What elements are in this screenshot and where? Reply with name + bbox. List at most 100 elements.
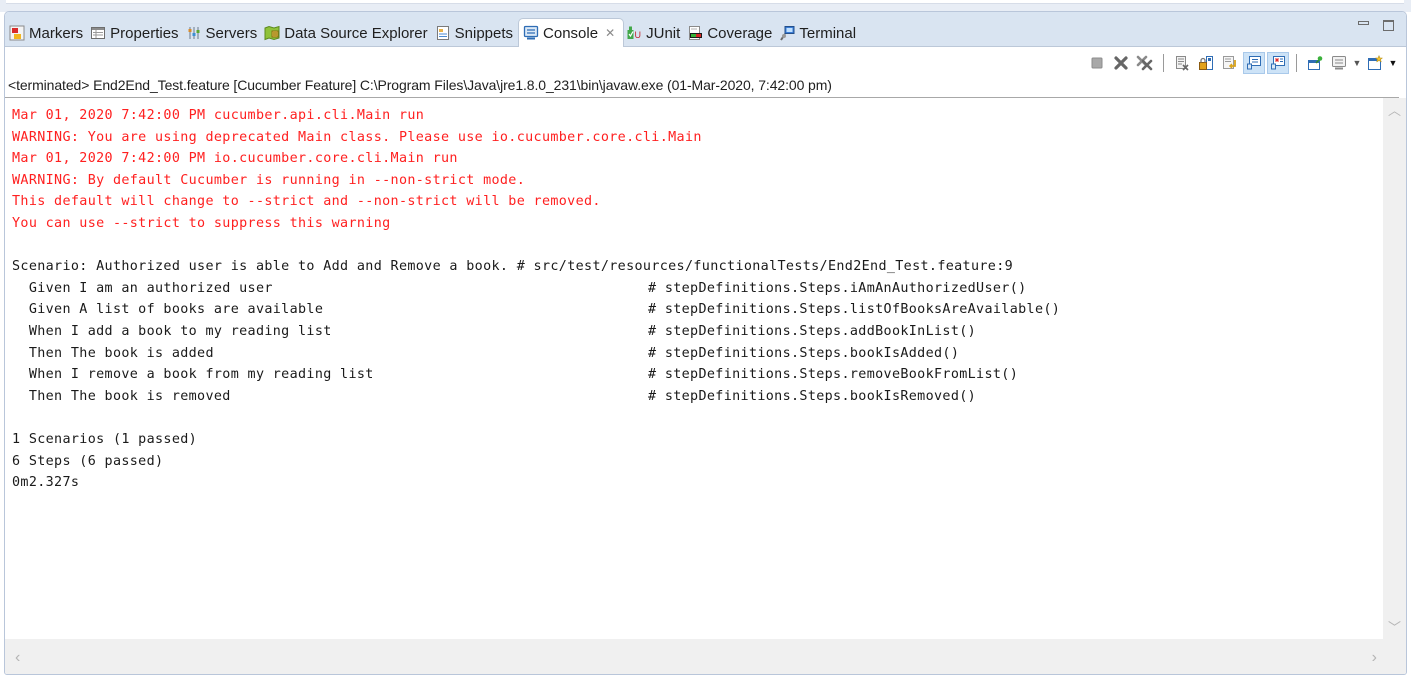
summary-line: 1 Scenarios (1 passed) — [12, 431, 198, 447]
word-wrap-icon — [1223, 56, 1236, 69]
view-controls — [1358, 20, 1394, 31]
step-text: Given A list of books are available — [12, 302, 324, 318]
properties-icon — [90, 25, 106, 41]
word-wrap-button[interactable] — [1219, 52, 1241, 74]
scroll-down-arrow-icon[interactable]: ﹀ — [1388, 621, 1401, 634]
tab-servers[interactable]: Servers — [184, 19, 263, 47]
tab-console[interactable]: Console ✕ — [518, 18, 625, 47]
stderr-line: Mar 01, 2020 7:42:00 PM io.cucumber.core… — [12, 151, 458, 167]
step-line: Given I am an authorized user # stepDefin… — [12, 278, 1385, 300]
pin-console-button[interactable] — [1304, 52, 1326, 74]
tab-label: Coverage — [707, 24, 773, 42]
display-console-dropdown[interactable]: ▼ — [1352, 52, 1362, 74]
scenario-text: Scenario: Authorized user is able to Add… — [12, 259, 509, 275]
maximize-icon[interactable] — [1383, 20, 1394, 31]
tab-label: Snippets — [454, 24, 514, 42]
step-text: Given I am an authorized user — [12, 280, 273, 296]
close-tab-icon[interactable]: ✕ — [605, 26, 615, 40]
display-console-icon — [1332, 56, 1346, 70]
tab-label: Terminal — [799, 24, 857, 42]
step-line: Then The book is added # stepDefinitions.… — [12, 343, 1385, 365]
coverage-icon — [687, 25, 703, 41]
svg-text:U: U — [635, 30, 642, 40]
remove-all-terminated-icon — [1136, 55, 1153, 71]
tab-label: JUnit — [646, 24, 681, 42]
step-line: Then The book is removed # stepDefinition… — [12, 386, 1385, 408]
view-tab-bar: Markers Properties Servers Data Source E… — [5, 12, 1406, 47]
step-line: When I add a book to my reading list # st… — [12, 321, 1385, 343]
step-text: When I add a book to my reading list — [12, 323, 332, 339]
servers-icon — [186, 25, 202, 41]
scroll-up-arrow-icon[interactable]: ︿ — [1388, 104, 1401, 117]
remove-all-terminated-button[interactable] — [1134, 52, 1156, 74]
tab-terminal[interactable]: Terminal — [777, 19, 861, 47]
open-console-dropdown[interactable]: ▼ — [1388, 52, 1398, 74]
summary-line: 0m2.327s — [12, 475, 80, 491]
tab-label: Console — [543, 24, 599, 42]
stderr-line: This default will change to --strict and… — [12, 194, 601, 210]
clear-console-icon — [1176, 56, 1189, 71]
remove-launch-icon — [1114, 56, 1128, 70]
display-selected-console-button[interactable] — [1328, 52, 1350, 74]
junit-icon: U — [626, 25, 642, 41]
show-console-stdout-icon — [1247, 56, 1261, 70]
step-location: # stepDefinitions.Steps.bookIsAdded() — [648, 345, 960, 361]
scroll-right-arrow-icon[interactable]: › — [1372, 649, 1377, 667]
markers-icon — [9, 25, 25, 41]
summary-line: 6 Steps (6 passed) — [12, 453, 164, 469]
tab-properties[interactable]: Properties — [88, 19, 183, 47]
scroll-left-arrow-icon[interactable]: ‹ — [15, 649, 20, 667]
open-console-button[interactable] — [1364, 52, 1386, 74]
scrollbar-corner — [1383, 639, 1406, 674]
terminate-button[interactable] — [1086, 52, 1108, 74]
tab-data-source-explorer[interactable]: Data Source Explorer — [262, 19, 432, 47]
show-console-stderr-button[interactable] — [1267, 52, 1289, 74]
clear-console-button[interactable] — [1171, 52, 1193, 74]
data-source-explorer-icon — [264, 25, 280, 41]
console-icon — [523, 25, 539, 41]
vertical-scrollbar[interactable]: ︿ ﹀ — [1383, 98, 1406, 640]
tab-label: Servers — [205, 24, 258, 42]
scenario-location: # src/test/resources/functionalTests/End… — [516, 259, 1014, 275]
step-text: When I remove a book from my reading lis… — [12, 367, 374, 383]
scenario-line: Scenario: Authorized user is able to Add… — [12, 256, 1385, 278]
step-location: # stepDefinitions.Steps.removeBookFromLi… — [648, 367, 1019, 383]
stderr-line: Mar 01, 2020 7:42:00 PM cucumber.api.cli… — [12, 108, 425, 123]
step-line: Given A list of books are available # ste… — [12, 299, 1385, 321]
scroll-lock-icon — [1199, 56, 1213, 70]
tab-label: Properties — [110, 24, 179, 42]
tab-markers[interactable]: Markers — [7, 19, 88, 47]
tab-label: Markers — [29, 24, 84, 42]
step-location: # stepDefinitions.Steps.iAmAnAuthorizedU… — [648, 280, 1027, 296]
stderr-line: You can use --strict to suppress this wa… — [12, 215, 391, 231]
console-toolbar: ▼ ▼ — [1086, 51, 1398, 75]
minimize-icon[interactable] — [1358, 20, 1369, 25]
scroll-lock-button[interactable] — [1195, 52, 1217, 74]
step-location: # stepDefinitions.Steps.bookIsRemoved() — [648, 388, 977, 404]
tab-coverage[interactable]: Coverage — [685, 19, 777, 47]
show-console-stderr-icon — [1271, 56, 1285, 70]
tab-junit[interactable]: U JUnit — [624, 19, 685, 47]
snippets-icon — [435, 25, 451, 41]
console-view: Markers Properties Servers Data Source E… — [4, 11, 1407, 675]
stderr-line: WARNING: You are using deprecated Main c… — [12, 129, 702, 145]
step-location: # stepDefinitions.Steps.listOfBooksAreAv… — [648, 302, 1061, 318]
open-console-icon — [1368, 55, 1383, 70]
console-process-description: <terminated> End2End_Test.feature [Cucum… — [8, 77, 832, 93]
toolbar-separator — [1163, 54, 1164, 72]
step-text: Then The book is removed — [12, 388, 231, 404]
console-output[interactable]: Mar 01, 2020 7:42:00 PM cucumber.api.cli… — [5, 98, 1385, 640]
tab-label: Data Source Explorer — [284, 24, 428, 42]
step-line: When I remove a book from my reading lis… — [12, 364, 1385, 386]
view-tabs: Markers Properties Servers Data Source E… — [7, 18, 861, 47]
show-console-stdout-button[interactable] — [1243, 52, 1265, 74]
pin-console-icon — [1308, 56, 1323, 70]
remove-launch-button[interactable] — [1110, 52, 1132, 74]
horizontal-scrollbar[interactable]: ‹ › — [5, 639, 1385, 674]
terminal-icon — [779, 25, 795, 41]
tab-snippets[interactable]: Snippets — [433, 19, 518, 47]
step-location: # stepDefinitions.Steps.addBookInList() — [648, 323, 977, 339]
toolbar-separator — [1296, 54, 1297, 72]
